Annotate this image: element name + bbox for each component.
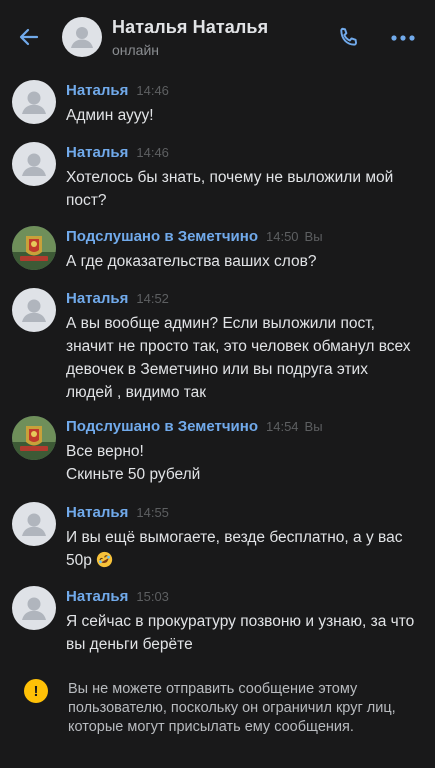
message-time: 14:55 [136, 505, 169, 520]
message-author[interactable]: Наталья [66, 290, 128, 307]
message-time: 14:46 [136, 83, 169, 98]
more-options-button[interactable] [386, 22, 420, 54]
message-meta: Наталья 14:52 [66, 290, 169, 307]
user-placeholder-icon [22, 513, 46, 536]
avatar[interactable] [12, 80, 56, 124]
group-avatar[interactable] [12, 226, 56, 270]
message-time: 14:50 [266, 229, 299, 244]
message-author[interactable]: Подслушано в Земетчино [66, 228, 258, 245]
avatar[interactable] [12, 502, 56, 546]
avatar[interactable] [12, 142, 56, 186]
message-meta: Подслушано в Земетчино 14:50 Вы [66, 228, 323, 245]
notice-text: Вы не можете отправить сообщение этому п… [68, 681, 396, 735]
rolling-on-floor-laughing-emoji-icon [97, 551, 113, 568]
message-meta: Наталья 14:46 [66, 82, 169, 99]
message-text: Все верно! Скиньте 50 рубелй [66, 443, 201, 483]
group-avatar[interactable] [12, 416, 56, 460]
message-author[interactable]: Наталья [66, 82, 128, 99]
warning-icon: ! [24, 679, 48, 703]
online-status: онлайн [112, 42, 160, 58]
own-message-label: Вы [304, 419, 323, 434]
user-placeholder-icon [22, 597, 46, 620]
user-placeholder-icon [71, 27, 93, 48]
message-meta: Наталья 14:46 [66, 144, 169, 161]
more-horizontal-icon [391, 35, 415, 41]
message-item[interactable]: Наталья 14:46 Админ аууу! [0, 80, 435, 130]
message-time: 14:54 [266, 419, 299, 434]
avatar[interactable] [12, 586, 56, 630]
message-text: А вы вообще админ? Если выложили пост, з… [66, 315, 415, 401]
arrow-left-icon [19, 28, 39, 46]
message-item[interactable]: Наталья 14:55 И вы ещё вымогаете, везде б… [0, 502, 435, 572]
message-item[interactable]: Наталья 14:46 Хотелось бы знать, почему н… [0, 142, 435, 212]
message-time: 15:03 [136, 589, 169, 604]
message-item[interactable]: Наталья 14:52 А вы вообще админ? Если выл… [0, 288, 435, 402]
user-placeholder-icon [22, 153, 46, 176]
message-item[interactable]: Подслушано в Земетчино 14:50 Вы А где дока… [0, 226, 435, 276]
message-text: Хотелось бы знать, почему не выложили мо… [66, 169, 398, 209]
message-text: Админ аууу! [66, 107, 154, 124]
avatar[interactable] [62, 17, 102, 57]
group-logo-icon [12, 416, 56, 460]
group-logo-icon [12, 226, 56, 270]
chat-header: Наталья Наталья онлайн [0, 0, 435, 74]
message-meta: Наталья 14:55 [66, 504, 169, 521]
user-placeholder-icon [22, 299, 46, 322]
message-time: 14:46 [136, 145, 169, 160]
message-meta: Подслушано в Земетчино 14:54 Вы [66, 418, 323, 435]
message-item[interactable]: Подслушано в Земетчино 14:54 Вы Все верно!… [0, 416, 435, 486]
chat-title[interactable]: Наталья Наталья [112, 17, 268, 38]
message-author[interactable]: Наталья [66, 144, 128, 161]
message-text: И вы ещё вымогаете, везде бесплатно, а у… [66, 526, 416, 572]
message-author[interactable]: Наталья [66, 588, 128, 605]
message-author[interactable]: Наталья [66, 504, 128, 521]
message-author[interactable]: Подслушано в Земетчино [66, 418, 258, 435]
message-text-content: И вы ещё вымогаете, везде бесплатно, а у… [66, 529, 407, 569]
message-text: Я сейчас в прокуратуру позвоню и узнаю, … [66, 613, 419, 653]
message-meta: Наталья 15:03 [66, 588, 169, 605]
phone-icon [340, 27, 357, 46]
message-text: А где доказательства ваших слов? [66, 253, 317, 270]
messaging-restricted-notice: ! Вы не можете отправить сообщение этому… [0, 672, 435, 768]
call-button[interactable] [332, 22, 364, 54]
message-time: 14:52 [136, 291, 169, 306]
user-placeholder-icon [22, 91, 46, 114]
avatar[interactable] [12, 288, 56, 332]
back-button[interactable] [14, 22, 44, 52]
message-item[interactable]: Наталья 15:03 Я сейчас в прокуратуру позв… [0, 586, 435, 656]
own-message-label: Вы [304, 229, 323, 244]
